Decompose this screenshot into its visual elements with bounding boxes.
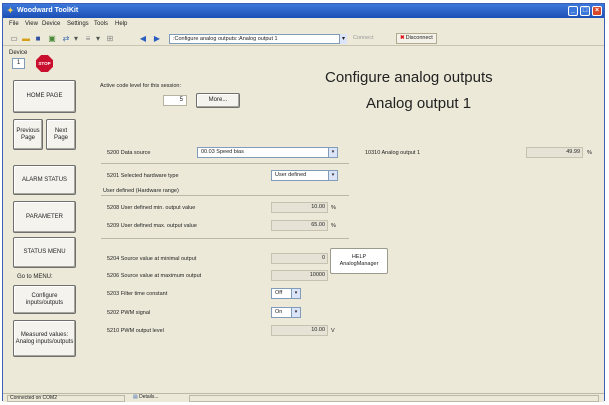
data-source-value: 00.03 Speed bias	[201, 149, 244, 155]
page-title: Configure analog outputs	[325, 69, 493, 86]
code-level-label: Active code level for this session:	[100, 83, 182, 89]
measured-values-button[interactable]: Measured values: Analog inputs/outputs	[13, 320, 76, 357]
source-max-field[interactable]: 10000	[271, 270, 328, 281]
status-panel	[189, 395, 599, 402]
max-output-unit: %	[331, 223, 336, 229]
data-source-label: 5200 Data source	[107, 150, 151, 156]
close-button[interactable]: ×	[592, 6, 602, 16]
menu-settings[interactable]: Settings	[67, 21, 89, 27]
menu-tools[interactable]: Tools	[94, 21, 108, 27]
status-bar: Connected on COM2 ▤ Details...	[3, 393, 604, 402]
home-page-button[interactable]: HOME PAGE	[13, 80, 76, 113]
help-sublabel: AnalogManager	[339, 261, 379, 267]
pwm-signal-select[interactable]: On ▾	[271, 307, 301, 318]
analog-output-unit: %	[587, 150, 592, 156]
pwm-level-field[interactable]: 10.00	[271, 325, 328, 336]
hardware-type-select[interactable]: User defined ▾	[271, 170, 338, 181]
forward-arrow-icon[interactable]: ▶	[152, 34, 162, 43]
disconnect-icon: ✖	[400, 35, 405, 41]
chevron-down-icon[interactable]: ▾	[93, 34, 103, 43]
filter-select[interactable]: Off ▾	[271, 288, 301, 299]
min-output-label: 5208 User defined min. output value	[107, 205, 196, 211]
chevron-down-icon[interactable]: ▾	[71, 34, 81, 43]
page-subtitle: Analog output 1	[366, 95, 472, 112]
pwm-signal-value: On	[275, 309, 283, 315]
menu-help[interactable]: Help	[115, 21, 127, 27]
status-menu-button[interactable]: STATUS MENU	[13, 237, 76, 268]
open-folder-icon[interactable]: ▬	[21, 34, 31, 43]
title-bar: ✦ Woodward ToolKit _ □ ×	[3, 4, 604, 18]
chevron-down-icon[interactable]: ▾	[328, 171, 337, 180]
minimize-button[interactable]: _	[568, 6, 578, 16]
menu-file[interactable]: File	[9, 21, 19, 27]
analog-output-field: 49.99	[526, 147, 583, 158]
grid-icon[interactable]: ⊞	[105, 34, 115, 43]
hardware-type-value: User defined	[275, 172, 307, 178]
divider	[101, 195, 349, 196]
data-source-select[interactable]: 00.03 Speed bias ▾	[197, 147, 338, 158]
pwm-signal-label: 5202 PWM signal	[107, 310, 151, 316]
divider	[101, 163, 349, 164]
filter-label: 5203 Filter time constant	[107, 291, 168, 297]
code-level-value: 5	[163, 95, 187, 106]
analog-output-label: 10310 Analog output 1	[365, 150, 421, 156]
chevron-down-icon[interactable]: ▾	[291, 289, 300, 298]
menu-view[interactable]: View	[25, 21, 38, 27]
device-icon[interactable]: ▣	[47, 34, 57, 43]
user-defined-header: User defined (Hardware range)	[103, 188, 179, 194]
max-output-field[interactable]: 65.00	[271, 220, 328, 231]
source-min-field[interactable]: 0	[271, 253, 328, 264]
details-label: Details...	[139, 394, 159, 400]
new-icon[interactable]: ▭	[9, 34, 19, 43]
more-button[interactable]: More...	[196, 93, 240, 108]
maximize-button[interactable]: □	[580, 6, 590, 16]
app-logo-icon: ✦	[7, 6, 14, 15]
help-analog-manager-button[interactable]: HELP AnalogManager	[330, 248, 388, 274]
chevron-down-icon[interactable]: ▾	[339, 34, 347, 44]
menu-bar: File View Device Settings Tools Help	[3, 19, 604, 30]
list-icon[interactable]: ≡	[83, 34, 93, 43]
window-title: Woodward ToolKit	[17, 7, 79, 14]
configure-io-button[interactable]: Configure inputs/outputs	[13, 285, 76, 314]
chevron-down-icon[interactable]: ▾	[328, 148, 337, 157]
connect-button: Connect	[353, 35, 374, 41]
connection-status: Connected on COM2	[7, 395, 125, 402]
alarm-status-button[interactable]: ALARM STATUS	[13, 165, 76, 195]
help-label: HELP	[351, 254, 367, 260]
navigation-path-combo[interactable]: :Configure analog outputs::Analog output…	[169, 34, 347, 44]
details-link[interactable]: ▤ Details...	[133, 395, 185, 402]
stop-button[interactable]: STOP	[36, 55, 53, 72]
divider	[101, 238, 349, 239]
max-output-label: 5209 User defined max. output value	[107, 223, 197, 229]
disconnect-label: Disconnect	[405, 35, 433, 41]
menu-device[interactable]: Device	[42, 21, 60, 27]
device-label: Device	[9, 50, 28, 56]
pwm-level-label: 5210 PWM output level	[107, 328, 164, 334]
disconnect-button[interactable]: ✖Disconnect	[396, 33, 437, 44]
goto-menu-label: Go to MENU:	[17, 274, 53, 280]
chevron-down-icon[interactable]: ▾	[291, 308, 300, 317]
source-max-label: 5206 Source value at maximum output	[107, 273, 202, 279]
min-output-unit: %	[331, 205, 336, 211]
next-page-button[interactable]: Next Page	[46, 119, 76, 150]
source-min-label: 5204 Source value at minimal output	[107, 256, 197, 262]
min-output-field[interactable]: 10.00	[271, 202, 328, 213]
parameter-button[interactable]: PARAMETER	[13, 201, 76, 233]
previous-page-button[interactable]: Previous Page	[13, 119, 43, 150]
toolbar: ▭ ▬ ■ ▣ ⇄ ▾ ≡ ▾ ⊞ ◀ ▶ :Configure analog …	[3, 31, 604, 46]
hardware-type-label: 5201 Selected hardware type	[107, 173, 179, 179]
main-content: Device 1 STOP HOME PAGE Previous Page Ne…	[3, 47, 604, 390]
pwm-level-unit: V	[331, 328, 335, 334]
filter-value: Off	[275, 290, 283, 296]
connect-icon[interactable]: ⇄	[61, 34, 71, 43]
device-number-field[interactable]: 1	[12, 58, 25, 69]
back-arrow-icon[interactable]: ◀	[138, 34, 148, 43]
save-icon[interactable]: ■	[33, 34, 43, 43]
toolkit-window: ✦ Woodward ToolKit _ □ × File View Devic…	[2, 3, 605, 402]
